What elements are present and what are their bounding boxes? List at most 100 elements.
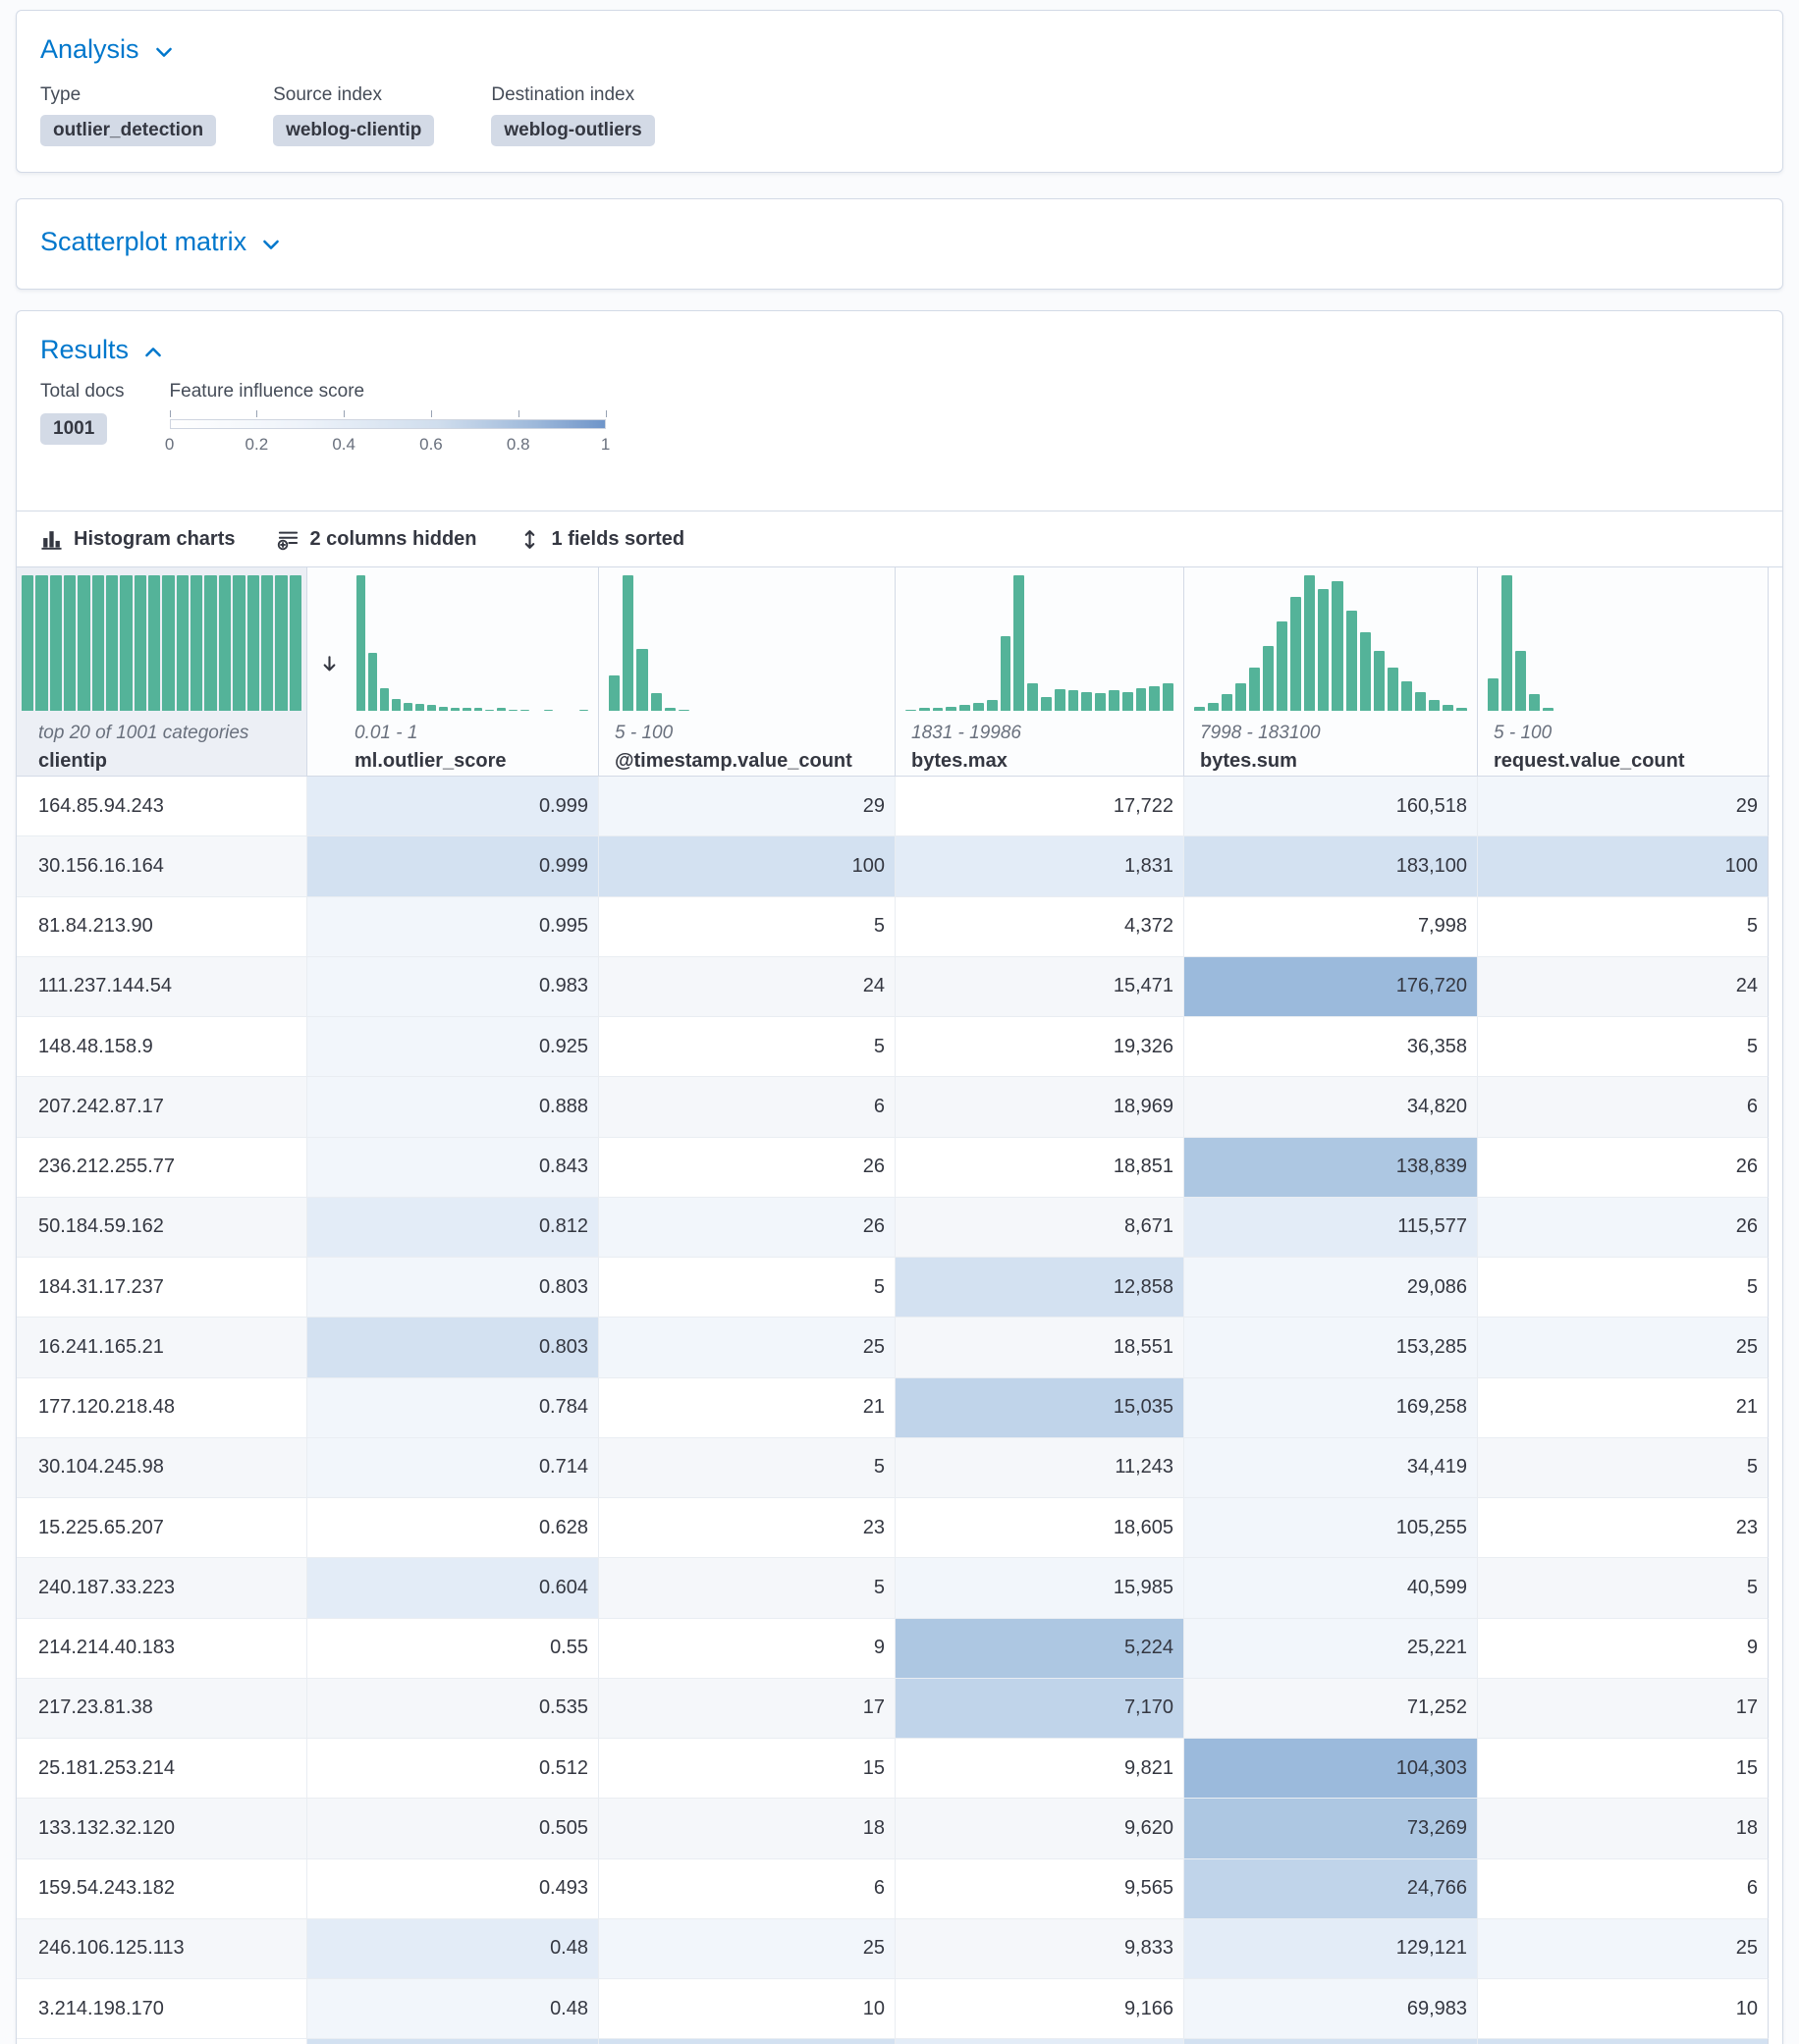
cell-request-value_count[interactable]: 6 [1478,1077,1769,1137]
cell-request-value_count[interactable]: 100 [1478,836,1769,896]
cell-bytes-sum[interactable]: 169,258 [1184,1378,1478,1438]
cell-ml-outlier_score[interactable]: 0.995 [307,897,599,957]
cell-bytes-sum[interactable]: 129,121 [1184,1919,1478,1979]
cell-ml-outlier_score[interactable]: 0.48 [307,1919,599,1979]
cell-ml-outlier_score[interactable]: 0.925 [307,1017,599,1077]
cell-bytes-max[interactable]: 9,833 [896,1919,1184,1979]
cell-request-value_count[interactable]: 9 [1478,1619,1769,1679]
cell-timestamp-value_count[interactable]: 23 [599,1498,896,1558]
cell-clientip[interactable]: 16.241.165.21 [17,1318,307,1377]
cell-bytes-sum[interactable]: 25,221 [1184,1619,1478,1679]
column-header-request-value_count[interactable]: 5 - 100request.value_count [1478,567,1769,776]
cell-bytes-max[interactable]: 9,565 [896,1859,1184,1919]
cell-request-value_count[interactable]: 17 [1478,1679,1769,1739]
histogram-charts-button[interactable]: Histogram charts [40,528,236,551]
cell-bytes-max[interactable]: 7,170 [896,1679,1184,1739]
cell-clientip[interactable]: 30.104.245.98 [17,1438,307,1498]
cell-bytes-sum[interactable]: 29,086 [1184,1258,1478,1318]
cell-ml-outlier_score[interactable]: 0.714 [307,1438,599,1498]
cell-bytes-sum[interactable]: 105,255 [1184,1498,1478,1558]
cell-ml-outlier_score[interactable]: 0.803 [307,1318,599,1377]
cell-timestamp-value_count[interactable]: 10 [599,1979,896,2039]
cell-request-value_count[interactable]: 10 [1478,1979,1769,2039]
cell-timestamp-value_count[interactable]: 5 [599,1438,896,1498]
column-header-bytes-sum[interactable]: 7998 - 183100bytes.sum [1184,567,1478,776]
cell-clientip[interactable]: 164.85.94.243 [17,777,307,836]
cell-bytes-max[interactable]: 12,858 [896,1258,1184,1318]
cell-clientip[interactable]: 15.225.65.207 [17,1498,307,1558]
cell-timestamp-value_count[interactable]: 26 [599,1138,896,1198]
cell-bytes-max[interactable]: 4,372 [896,897,1184,957]
cell-request-value_count[interactable]: 25 [1478,1919,1769,1979]
cell-bytes-sum[interactable]: 7,998 [1184,897,1478,957]
cell-ml-outlier_score[interactable]: 0.48 [307,1979,599,2039]
fields-sorted-button[interactable]: 1 fields sorted [518,528,685,551]
cell-clientip[interactable]: 50.184.59.162 [17,1198,307,1258]
cell-bytes-sum[interactable]: 71,252 [1184,1679,1478,1739]
analysis-accordion-toggle[interactable]: Analysis [17,11,198,65]
cell-bytes-sum[interactable]: 183,100 [1184,836,1478,896]
cell-request-value_count[interactable]: 18 [1478,1799,1769,1858]
cell-request-value_count[interactable]: 5 [1478,897,1769,957]
column-header-ml-outlier_score[interactable]: 0.01 - 1ml.outlier_score [307,567,599,776]
cell-ml-outlier_score[interactable]: 0.888 [307,1077,599,1137]
cell-bytes-max[interactable]: 9,620 [896,1799,1184,1858]
cell-timestamp-value_count[interactable]: 29 [599,777,896,836]
cell-request-value_count[interactable]: 5 [1478,1438,1769,1498]
cell-bytes-sum[interactable]: 115,577 [1184,1198,1478,1258]
cell-clientip[interactable]: 184.31.17.237 [17,1258,307,1318]
cell-timestamp-value_count[interactable]: 9 [599,1619,896,1679]
cell-ml-outlier_score[interactable]: 0.812 [307,1198,599,1258]
cell-timestamp-value_count[interactable]: 5 [599,897,896,957]
cell-request-value_count[interactable]: 29 [1478,777,1769,836]
cell-timestamp-value_count[interactable]: 25 [599,1919,896,1979]
cell-ml-outlier_score[interactable]: 0.803 [307,1258,599,1318]
cell-timestamp-value_count[interactable]: 26 [599,1198,896,1258]
cell-request-value_count[interactable]: 15 [1478,1739,1769,1799]
cell-bytes-sum[interactable]: 138,839 [1184,1138,1478,1198]
cell-timestamp-value_count[interactable]: 17 [599,1679,896,1739]
cell-bytes-sum[interactable]: 36,358 [1184,1017,1478,1077]
cell-bytes-sum[interactable]: 104,303 [1184,1739,1478,1799]
cell-clientip[interactable]: 133.132.32.120 [17,1799,307,1858]
cell-clientip[interactable]: 148.48.158.9 [17,1017,307,1077]
cell-bytes-max[interactable]: 15,985 [896,1558,1184,1618]
cell-clientip[interactable]: 217.23.81.38 [17,1679,307,1739]
cell-timestamp-value_count[interactable]: 18 [599,1799,896,1858]
cell-bytes-max[interactable]: 9,821 [896,1739,1184,1799]
cell-bytes-max[interactable]: 5,224 [896,1619,1184,1679]
cell-clientip[interactable]: 30.156.16.164 [17,836,307,896]
cell-ml-outlier_score[interactable]: 0.604 [307,1558,599,1618]
cell-clientip[interactable]: 240.187.33.223 [17,1558,307,1618]
cell-clientip[interactable]: 236.212.255.77 [17,1138,307,1198]
cell-ml-outlier_score[interactable]: 0.843 [307,1138,599,1198]
cell-bytes-sum[interactable]: 40,599 [1184,1558,1478,1618]
cell-bytes-max[interactable]: 9,166 [896,1979,1184,2039]
cell-bytes-max[interactable]: 18,851 [896,1138,1184,1198]
scatterplot-accordion-toggle[interactable]: Scatterplot matrix [17,199,305,257]
cell-clientip[interactable]: 207.242.87.17 [17,1077,307,1137]
cell-clientip[interactable]: 3.214.198.170 [17,1979,307,2039]
cell-timestamp-value_count[interactable]: 5 [599,1258,896,1318]
cell-timestamp-value_count[interactable]: 100 [599,836,896,896]
cell-timestamp-value_count[interactable]: 25 [599,1318,896,1377]
cell-request-value_count[interactable]: 21 [1478,1378,1769,1438]
cell-ml-outlier_score[interactable]: 0.784 [307,1378,599,1438]
cell-timestamp-value_count[interactable]: 21 [599,1378,896,1438]
cell-bytes-sum[interactable]: 73,269 [1184,1799,1478,1858]
cell-request-value_count[interactable]: 6 [1478,1859,1769,1919]
cell-bytes-sum[interactable]: 34,419 [1184,1438,1478,1498]
cell-bytes-max[interactable]: 11,243 [896,1438,1184,1498]
cell-request-value_count[interactable]: 23 [1478,1498,1769,1558]
cell-ml-outlier_score[interactable]: 0.512 [307,1739,599,1799]
cell-clientip[interactable]: 214.214.40.183 [17,1619,307,1679]
cell-bytes-max[interactable]: 15,035 [896,1378,1184,1438]
cell-bytes-max[interactable]: 17,722 [896,777,1184,836]
cell-request-value_count[interactable]: 26 [1478,1138,1769,1198]
column-header-timestamp-value_count[interactable]: 5 - 100@timestamp.value_count [599,567,896,776]
cell-ml-outlier_score[interactable]: 0.999 [307,777,599,836]
cell-clientip[interactable]: 81.84.213.90 [17,897,307,957]
cell-bytes-sum[interactable]: 176,720 [1184,957,1478,1017]
cell-bytes-max[interactable]: 8,671 [896,1198,1184,1258]
cell-bytes-sum[interactable]: 69,983 [1184,1979,1478,2039]
